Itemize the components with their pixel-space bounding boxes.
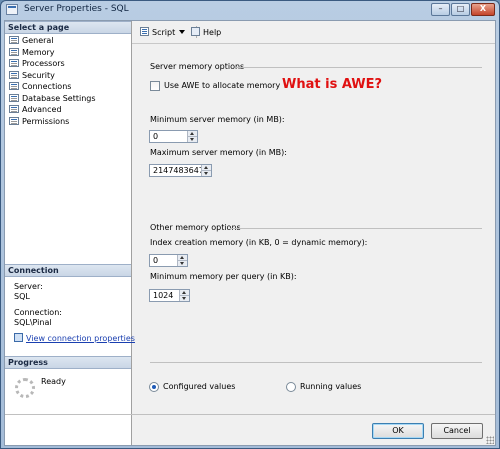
index-creation-memory-stepper[interactable] <box>149 254 188 267</box>
page-item-general[interactable]: General <box>9 35 54 46</box>
server-memory-group-label: Server memory options <box>150 62 245 71</box>
min-memory-per-query-stepper[interactable] <box>149 289 190 302</box>
query-memory-down-arrow-icon[interactable] <box>179 296 189 301</box>
connection-value: SQL\Pinal <box>14 318 52 327</box>
page-item-label: General <box>22 36 54 45</box>
connection-label: Connection: <box>14 308 62 317</box>
max-server-memory-stepper[interactable] <box>149 164 212 177</box>
resize-grip-icon[interactable] <box>486 436 494 444</box>
other-memory-group-label: Other memory options <box>150 223 241 232</box>
page-icon <box>9 47 19 56</box>
connection-heading: Connection <box>5 264 131 277</box>
min-memory-per-query-label: Minimum memory per query (in KB): <box>150 272 297 281</box>
page-item-label: Permissions <box>22 116 70 126</box>
page-item-label: Database Settings <box>22 93 96 103</box>
dropdown-arrow-icon[interactable] <box>179 30 186 34</box>
min-memory-down-arrow-icon[interactable] <box>187 137 197 142</box>
other-memory-divider <box>230 228 482 229</box>
ok-button[interactable]: OK <box>372 423 424 439</box>
page-item-memory[interactable]: Memory <box>9 47 55 58</box>
help-icon <box>191 27 200 36</box>
page-item-connections[interactable]: Connections <box>9 81 71 92</box>
page-item-label: Advanced <box>22 105 62 114</box>
page-item-permissions[interactable]: Permissions <box>9 116 69 127</box>
server-value: SQL <box>14 292 30 301</box>
use-awe-checkbox[interactable] <box>150 81 160 91</box>
script-icon <box>140 27 149 36</box>
connection-properties-icon <box>14 333 23 342</box>
max-server-memory-input[interactable] <box>151 165 205 176</box>
progress-heading: Progress <box>5 356 131 369</box>
running-values-radio[interactable] <box>286 382 296 392</box>
page-item-label: Processors <box>22 59 65 68</box>
page-icon <box>9 82 19 90</box>
dialog-client-area: Select a page General Memory Processors Sec… <box>4 20 496 446</box>
help-label: Help <box>203 28 222 37</box>
page-item-processors[interactable]: Processors <box>9 58 65 69</box>
values-divider <box>150 362 482 363</box>
page-item-label: Memory <box>22 47 55 57</box>
view-connection-properties-text[interactable]: View connection properties <box>26 334 135 343</box>
script-button[interactable]: Script <box>140 27 186 37</box>
page-item-database-settings[interactable]: Database Settings <box>9 93 96 104</box>
min-server-memory-stepper[interactable] <box>149 130 198 143</box>
page-icon <box>9 70 19 79</box>
title-bar[interactable]: Server Properties - SQL – □ X <box>1 1 499 19</box>
configured-values-radio[interactable] <box>149 382 159 392</box>
progress-spinner-icon <box>15 378 35 398</box>
min-server-memory-label: Minimum server memory (in MB): <box>150 115 285 124</box>
page-icon <box>9 105 19 113</box>
page-icon <box>9 116 19 125</box>
progress-status: Ready <box>41 377 66 386</box>
page-icon <box>9 36 19 44</box>
running-values-label: Running values <box>300 382 362 391</box>
window-title: Server Properties - SQL <box>24 4 129 14</box>
maximize-button[interactable]: □ <box>451 3 470 16</box>
page-icon <box>9 93 19 102</box>
server-properties-window: Server Properties - SQL – □ X Select a p… <box>0 0 500 449</box>
cancel-button[interactable]: Cancel <box>431 423 483 439</box>
configured-values-label: Configured values <box>163 382 236 391</box>
server-label: Server: <box>14 282 43 291</box>
min-server-memory-input[interactable] <box>151 131 191 142</box>
footer-divider <box>5 414 495 415</box>
what-is-awe-annotation: What is AWE? <box>282 77 383 92</box>
server-properties-icon <box>6 4 18 15</box>
left-pane: Select a page General Memory Processors Sec… <box>5 21 135 445</box>
page-icon <box>9 59 19 67</box>
minimize-button[interactable]: – <box>431 3 450 16</box>
page-item-label: Connections <box>22 82 72 91</box>
page-item-security[interactable]: Security <box>9 70 55 81</box>
max-memory-down-arrow-icon[interactable] <box>201 171 211 176</box>
close-button[interactable]: X <box>471 3 495 16</box>
use-awe-label: Use AWE to allocate memory <box>164 81 281 90</box>
select-page-heading: Select a page <box>5 21 131 34</box>
server-memory-divider <box>236 67 482 68</box>
page-item-label: Security <box>22 70 55 80</box>
index-memory-down-arrow-icon[interactable] <box>177 261 187 266</box>
help-button[interactable]: Help <box>191 27 221 37</box>
index-creation-memory-label: Index creation memory (in KB, 0 = dynami… <box>150 238 368 247</box>
page-item-advanced[interactable]: Advanced <box>9 104 62 115</box>
script-label: Script <box>152 28 176 37</box>
toolbar: Script Help <box>132 21 495 44</box>
max-server-memory-label: Maximum server memory (in MB): <box>150 148 287 157</box>
view-connection-properties-link[interactable]: View connection properties <box>14 333 135 344</box>
right-pane: Script Help Server memory options Use AW… <box>132 21 495 445</box>
